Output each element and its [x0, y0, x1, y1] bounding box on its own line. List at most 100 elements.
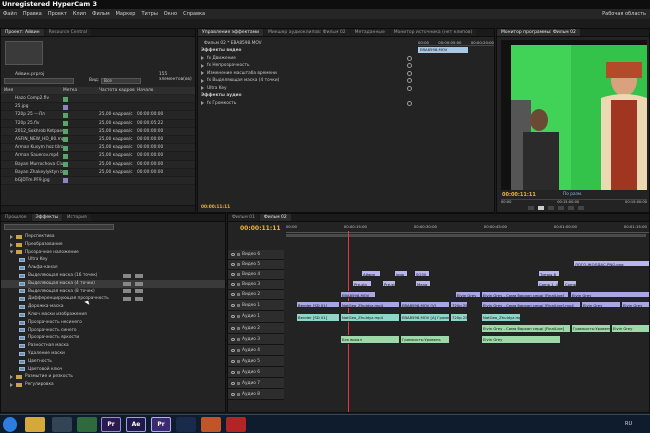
- timeline-clip[interactable]: Pre-sty: [352, 280, 372, 287]
- effects-tree-item[interactable]: Прозрачное наложение: [1, 249, 225, 257]
- expand-icon[interactable]: [201, 101, 204, 106]
- project-item[interactable]: Bayan Murrochova Club_H 25,00 кадров/с 0…: [1, 160, 195, 169]
- timeline-clip[interactable]: Бэк вокал: [340, 335, 400, 344]
- effect-row[interactable]: Ultra Key: [198, 85, 416, 93]
- tab-effects[interactable]: Эффекты: [31, 214, 63, 221]
- effects-tree-item[interactable]: Выделяющая маска (4 точки): [1, 279, 225, 288]
- project-item[interactable]: Bayan Zhakeylyktyn bafas 25,00 кадров/с …: [1, 169, 195, 177]
- tab-sequence-01[interactable]: Фильм 01: [228, 214, 259, 221]
- lift-button[interactable]: [558, 206, 564, 210]
- timeline-clip[interactable]: Elvin Grey - Сама бархан серді [FinalLiv…: [481, 324, 571, 333]
- effects-tree-item[interactable]: Дифференцирующая прозрачность: [1, 295, 225, 303]
- timeline-clip[interactable]: Громкость:Уровень: [571, 324, 611, 333]
- tab-sequence-02[interactable]: Фильм 02: [259, 214, 291, 221]
- effects-search-input[interactable]: [4, 224, 114, 230]
- timeline-clip[interactable]: EBA8598.MOV: [340, 291, 376, 298]
- effects-tree-item[interactable]: Прозрачность яркости: [1, 334, 225, 342]
- expand-icon[interactable]: [201, 78, 204, 83]
- timeline-clip[interactable]: Mang: [415, 280, 431, 287]
- folder-icon[interactable]: [10, 383, 13, 388]
- col-name[interactable]: Имя: [1, 87, 63, 94]
- timeline-timecode[interactable]: 00:00:11:11: [240, 225, 281, 232]
- col-start[interactable]: Начало медиа: [137, 87, 167, 100]
- view-select[interactable]: Все: [101, 78, 141, 84]
- timeline-clip[interactable]: Pre-sty: [382, 280, 396, 287]
- menu-project[interactable]: Проект: [48, 11, 67, 17]
- language-indicator[interactable]: RU: [625, 421, 632, 427]
- fit-select[interactable]: По разм.: [563, 192, 582, 197]
- export-frame-button[interactable]: [578, 206, 584, 210]
- timeline-clip[interactable]: NatGeo_Zhuldyz.mp4: [340, 313, 400, 322]
- taskbar-premiere-active[interactable]: Pr: [151, 417, 171, 432]
- project-item[interactable]: 720p 25 ---Лл 25,00 кадров/с 00:00:00:00: [1, 111, 195, 120]
- timeline-clip[interactable]: 720p 25.flv: [450, 313, 468, 322]
- timeline-clip[interactable]: SQ30: [414, 270, 430, 277]
- timeline-clip[interactable]: Elvin Grey - Сама бархан серді [FinalLiv…: [481, 291, 569, 298]
- folder-open-icon[interactable]: [9, 250, 14, 254]
- taskbar-chrome[interactable]: [77, 417, 97, 432]
- play-stop-button[interactable]: [538, 206, 544, 210]
- effect-row[interactable]: fx Громкость: [198, 100, 416, 108]
- effects-tree-item[interactable]: Дорожка-маска: [1, 303, 225, 311]
- effects-tree-item[interactable]: Ключ маски изображения: [1, 311, 225, 319]
- effect-clip-bar[interactable]: EBA8598.MOV: [418, 47, 468, 53]
- effects-tree-item[interactable]: Альфа-канал: [1, 264, 225, 272]
- reset-icon[interactable]: [407, 100, 412, 106]
- reset-icon[interactable]: [407, 78, 412, 84]
- timeline-clip[interactable]: NatGeo_Zhuldyz.mp4 [A]: [481, 313, 521, 322]
- taskbar-record[interactable]: [226, 417, 246, 432]
- reset-icon[interactable]: [407, 55, 412, 61]
- menu-file[interactable]: Файл: [3, 11, 17, 17]
- expand-icon[interactable]: [201, 86, 204, 91]
- menu-titles[interactable]: Титры: [141, 11, 157, 17]
- menu-window[interactable]: Окно: [164, 11, 177, 17]
- timeline-clip[interactable]: Elvin Grey: [611, 324, 649, 333]
- menu-clip[interactable]: Клип: [73, 11, 86, 17]
- tab-metadata[interactable]: Метаданные: [350, 29, 389, 36]
- timeline-clip[interactable]: ЛОГО-ЖОЛДАС-PNG.png: [573, 260, 649, 267]
- project-item[interactable]: bGJDTm.PF9.jpg: [1, 176, 195, 186]
- effects-tree-item[interactable]: Выделяющая маска (16 точек): [1, 272, 225, 280]
- reset-icon[interactable]: [407, 85, 412, 91]
- timeline-clip[interactable]: Comp 1_4: [537, 280, 559, 287]
- work-area-bar[interactable]: [286, 234, 646, 237]
- effect-row[interactable]: fx Движение: [198, 55, 416, 63]
- folder-icon[interactable]: [10, 375, 13, 380]
- menu-sequence[interactable]: Фильм: [92, 11, 109, 17]
- tab-effect-controls[interactable]: Управление эффектами: [198, 29, 264, 36]
- effects-tree-item[interactable]: Регулировка: [1, 381, 225, 389]
- effect-row[interactable]: Эффекты видео: [198, 47, 416, 55]
- effect-row[interactable]: fx Выделяющая маска (4 точки): [198, 77, 416, 85]
- effects-tree-item[interactable]: Размытие и резкость: [1, 373, 225, 381]
- col-label[interactable]: Метка: [63, 87, 99, 94]
- tab-source-monitor[interactable]: Монитор источника (нет клипов): [389, 29, 477, 36]
- timeline-clip[interactable]: Громкость:Уровень: [400, 335, 450, 344]
- project-item[interactable]: Arman Sauerov.mp4 25,00 кадров/с 00:00:0…: [1, 152, 195, 161]
- folder-icon[interactable]: [10, 234, 13, 239]
- timeline-clip[interactable]: Айвин: [361, 270, 381, 277]
- timeline-clip[interactable]: NatGeo_Zhuldyz.mp4: [340, 301, 400, 308]
- search-input[interactable]: [4, 78, 74, 84]
- timeline-clip[interactable]: Elvin Grey: [570, 291, 649, 298]
- timeline-clip[interactable]: Elvin Grey: [581, 301, 621, 308]
- timeline-clip[interactable]: 720p 25.flv: [450, 301, 468, 308]
- timeline-clip[interactable]: logo: [394, 270, 408, 277]
- taskbar-photoshop[interactable]: [176, 417, 196, 432]
- tab-audio-mixer[interactable]: Микшер аудиоклипов: Фильм 02: [264, 29, 350, 36]
- tab-resource-central[interactable]: Resource Central: [44, 29, 92, 36]
- effects-tree-item[interactable]: Цветность: [1, 358, 225, 366]
- project-item[interactable]: 2012_Sokhrob Ketpaev - 2 25,00 кадров/с …: [1, 127, 195, 136]
- effect-row[interactable]: fx Непрозрачность: [198, 62, 416, 70]
- project-item[interactable]: ASFIN_NEW_HD_80.mp4 25,00 кадров/с 00:00…: [1, 136, 195, 145]
- timeline-clip[interactable]: Comp 1_30: [563, 280, 577, 287]
- taskbar-after-effects[interactable]: Ae: [126, 417, 146, 432]
- step-forward-button[interactable]: [548, 206, 554, 210]
- reset-icon[interactable]: [407, 70, 412, 76]
- timeline-clip[interactable]: Elvin Grey: [455, 291, 481, 298]
- col-fps[interactable]: Частота кадров: [99, 87, 137, 94]
- taskbar-media[interactable]: [52, 417, 72, 432]
- menu-edit[interactable]: Правка: [23, 11, 42, 17]
- effect-row[interactable]: Эффекты аудио: [198, 92, 416, 100]
- tab-history[interactable]: История: [63, 214, 91, 221]
- timeline-clip[interactable]: EBA8598.MOV [A] Громкость:Уровень: [400, 313, 450, 322]
